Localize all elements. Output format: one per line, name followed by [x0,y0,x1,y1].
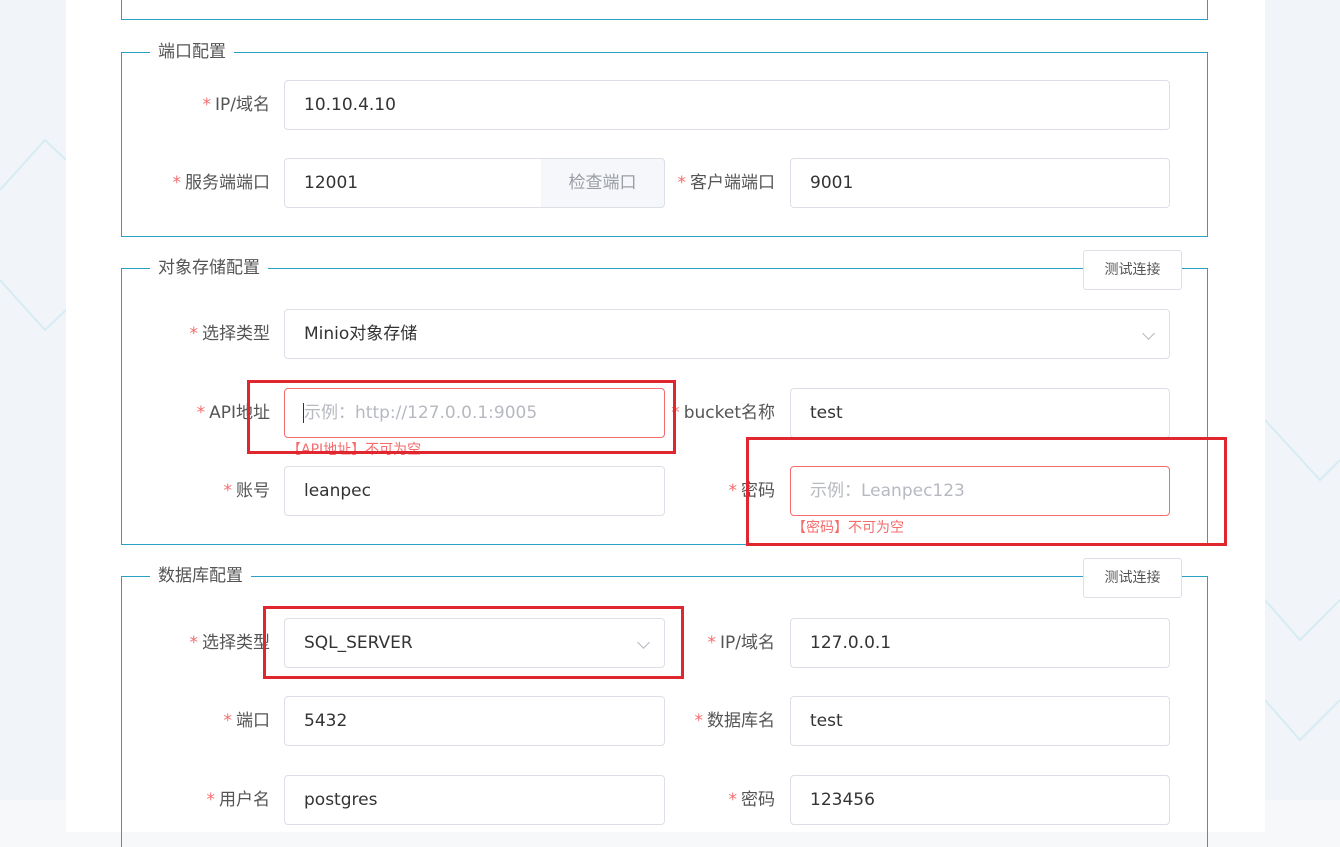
db-name-label: * 数据库名 [694,711,776,731]
account-label: * 账号 [223,481,271,501]
db-user-label: * 用户名 [206,790,271,810]
db-ip-label: * IP/域名 [707,633,776,653]
db-ip-input[interactable]: 127.0.0.1 [790,618,1170,668]
check-port-button[interactable]: 检查端口 [541,158,665,208]
db-type-label: * 选择类型 [189,633,271,653]
previous-fieldset-fragment [121,0,1208,20]
client-port-label: * 客户端端口 [677,173,776,193]
database-legend: 数据库配置 [150,565,251,587]
server-port-input[interactable]: 12001 [284,158,542,208]
annotation-box-storage-password [746,437,1227,546]
object-storage-legend: 对象存储配置 [150,257,268,279]
storage-test-connection-button[interactable]: 测试连接 [1083,250,1182,290]
bucket-name-label: * bucket名称 [671,403,775,423]
db-port-input[interactable]: 5432 [284,696,665,746]
db-port-label: * 端口 [223,711,271,731]
port-config-legend: 端口配置 [150,41,234,63]
bucket-name-input[interactable]: test [790,388,1170,438]
db-password-input[interactable]: 123456 [790,775,1170,825]
database-test-connection-button[interactable]: 测试连接 [1083,558,1182,598]
account-input[interactable]: leanpec [284,466,665,516]
ip-input[interactable]: 10.10.4.10 [284,80,1170,130]
ip-label: * IP/域名 [202,95,271,115]
chevron-down-icon [1142,327,1155,340]
db-user-input[interactable]: postgres [284,775,665,825]
storage-type-select[interactable]: Minio对象存储 [284,309,1170,359]
server-port-label: * 服务端端口 [172,173,271,193]
annotation-box-db-type [263,606,684,679]
storage-type-label: * 选择类型 [189,324,271,344]
client-port-input[interactable]: 9001 [790,158,1170,208]
db-name-input[interactable]: test [790,696,1170,746]
annotation-box-api-address [247,380,676,454]
db-password-label: * 密码 [728,790,776,810]
